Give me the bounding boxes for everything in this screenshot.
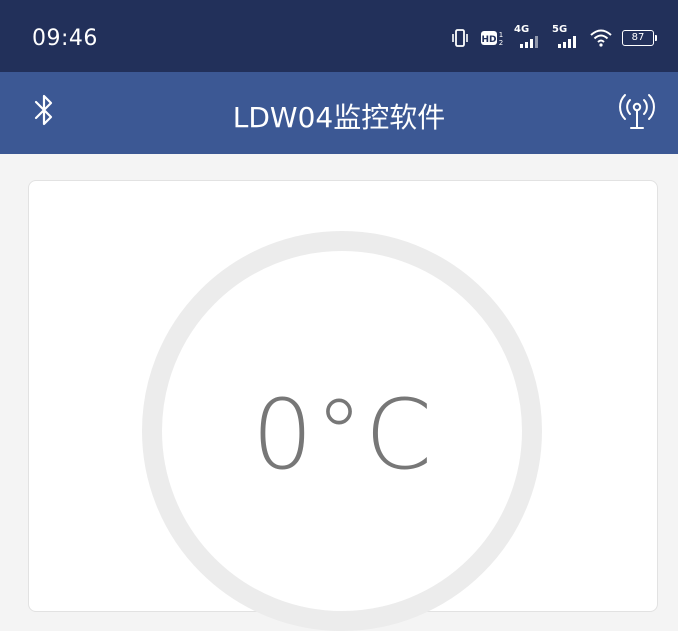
svg-text:2: 2 <box>499 39 503 47</box>
antenna-icon <box>617 90 657 137</box>
vibrate-icon <box>450 29 470 47</box>
status-time: 09:46 <box>32 26 98 51</box>
wifi-icon <box>590 29 612 47</box>
signal-5g-icon: 5G <box>552 24 580 50</box>
net1-label: 4G <box>514 24 530 35</box>
hd-icon: HD 1 2 <box>480 29 504 47</box>
temperature-card: 0°C <box>28 180 658 631</box>
status-icons: HD 1 2 4G 5G 87 <box>450 24 657 50</box>
battery-icon: 87 <box>622 30 657 46</box>
signal-4g-icon: 4G <box>514 24 542 50</box>
net2-label: 5G <box>552 24 568 35</box>
app-title: LDW04监控软件 <box>232 101 446 134</box>
temperature-value: 0°C <box>251 379 435 491</box>
app-bar: LDW04监控软件 <box>0 72 678 154</box>
status-bar: 09:46 HD 1 2 4G 5G 87 <box>0 0 678 72</box>
svg-text:HD: HD <box>481 35 496 45</box>
svg-text:1: 1 <box>499 31 503 39</box>
antenna-button[interactable] <box>614 90 660 136</box>
